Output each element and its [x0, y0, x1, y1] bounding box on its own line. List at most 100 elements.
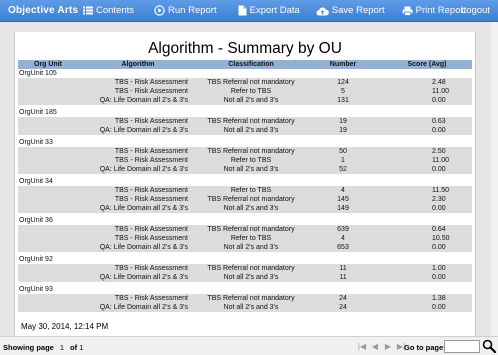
cell-number: 11 — [304, 264, 382, 273]
cell-score: 0.00 — [382, 303, 472, 312]
cell-classification: Not all 2's and 3's — [198, 126, 304, 135]
current-page: 1 — [59, 343, 65, 352]
cell-score: 11.50 — [382, 186, 472, 195]
page-nav-buttons: |◀ ◀ ▶ ▶| — [357, 341, 409, 351]
report-page: Algorithm - Summary by OU Org Unit Algor… — [14, 32, 476, 336]
print-report-button[interactable]: Print Report — [402, 5, 466, 16]
cell-algorithm: QA: Life Domain all 2's & 3's — [78, 273, 198, 282]
cell-classification: Not all 2's and 3's — [198, 204, 304, 213]
cell-algorithm: TBS - Risk Assessment — [78, 264, 198, 273]
cell-number: 11 — [304, 273, 382, 282]
cell-classification: Refer to TBS — [198, 156, 304, 165]
next-page-icon[interactable]: ▶ — [383, 341, 393, 351]
cell-org-unit — [18, 156, 78, 165]
org-unit-row: OrgUnit 93 — [18, 285, 472, 294]
table-row: QA: Life Domain all 2's & 3's Not all 2's… — [18, 165, 472, 174]
table-row: QA: Life Domain all 2's & 3's Not all 2's… — [18, 126, 472, 135]
cell-algorithm: TBS - Risk Assessment — [78, 147, 198, 156]
cell-org-unit — [18, 186, 78, 195]
cell-algorithm: QA: Life Domain all 2's & 3's — [78, 204, 198, 213]
goto-page-input[interactable] — [444, 340, 480, 353]
org-unit-row: OrgUnit 36 — [18, 216, 472, 225]
magnifier-icon[interactable] — [482, 339, 496, 353]
cell-classification: TBS Referral not mandatory — [198, 195, 304, 204]
org-unit-name: OrgUnit 93 — [18, 285, 472, 294]
cell-classification: TBS Referral not mandatory — [198, 78, 304, 87]
cell-score: 10.50 — [382, 234, 472, 243]
cell-org-unit — [18, 87, 78, 96]
cell-algorithm: TBS - Risk Assessment — [78, 78, 198, 87]
contents-button[interactable]: Contents — [83, 5, 134, 16]
table-row: QA: Life Domain all 2's & 3's Not all 2's… — [18, 204, 472, 213]
previous-page-icon[interactable]: ◀ — [370, 341, 380, 351]
contents-label: Contents — [96, 5, 135, 16]
table-row: TBS - Risk Assessment TBS Referral not ma… — [18, 195, 472, 204]
run-report-button[interactable]: Run Report — [154, 5, 217, 16]
cell-score: 2.30 — [382, 195, 472, 204]
table-header-row: Org Unit Algorithm Classification Number… — [18, 60, 472, 69]
cell-score: 0.63 — [382, 117, 472, 126]
cell-number: 5 — [304, 87, 382, 96]
cell-org-unit — [18, 195, 78, 204]
cell-org-unit — [18, 264, 78, 273]
report-title: Algorithm - Summary by OU — [148, 40, 342, 57]
org-unit-name: OrgUnit 34 — [18, 177, 472, 186]
org-unit-name: OrgUnit 36 — [18, 216, 472, 225]
cell-org-unit — [18, 243, 78, 252]
cell-algorithm: TBS - Risk Assessment — [78, 225, 198, 234]
cell-org-unit — [18, 294, 78, 303]
cell-org-unit — [18, 273, 78, 282]
cell-org-unit — [18, 78, 78, 87]
cell-org-unit — [18, 165, 78, 174]
list-icon — [83, 6, 93, 15]
export-data-button[interactable]: Export Data — [238, 5, 300, 16]
cell-algorithm: QA: Life Domain all 2's & 3's — [78, 96, 198, 105]
cell-org-unit — [18, 204, 78, 213]
cell-number: 639 — [304, 225, 382, 234]
cell-number: 149 — [304, 204, 382, 213]
cell-classification: TBS Referral not mandatory — [198, 147, 304, 156]
header-classification: Classification — [198, 60, 304, 69]
cell-number: 24 — [304, 294, 382, 303]
cell-number: 50 — [304, 147, 382, 156]
cell-classification: Not all 2's and 3's — [198, 303, 304, 312]
scrollbar[interactable] — [491, 22, 498, 336]
cell-classification: Refer to TBS — [198, 186, 304, 195]
table-row: TBS - Risk Assessment Refer to TBS 4 11.50 — [18, 186, 472, 195]
cell-algorithm: QA: Life Domain all 2's & 3's — [78, 303, 198, 312]
cell-score: 11.00 — [382, 87, 472, 96]
cell-number: 24 — [304, 303, 382, 312]
org-unit-row: OrgUnit 105 — [18, 69, 472, 78]
cell-algorithm: QA: Life Domain all 2's & 3's — [78, 243, 198, 252]
table-row: TBS - Risk Assessment TBS Referral not ma… — [18, 264, 472, 273]
cell-algorithm: TBS - Risk Assessment — [78, 156, 198, 165]
cell-score: 0.00 — [382, 126, 472, 135]
save-report-button[interactable]: Save Report — [316, 5, 385, 16]
header-org-unit: Org Unit — [18, 60, 78, 69]
cell-score: 0.00 — [382, 204, 472, 213]
cell-org-unit — [18, 225, 78, 234]
org-unit-name: OrgUnit 33 — [18, 138, 472, 147]
cell-classification: Not all 2's and 3's — [198, 96, 304, 105]
cell-classification: TBS Referral not mandatory — [198, 117, 304, 126]
cell-algorithm: TBS - Risk Assessment — [78, 234, 198, 243]
cell-classification: Not all 2's and 3's — [198, 273, 304, 282]
cell-algorithm: TBS - Risk Assessment — [78, 294, 198, 303]
cell-score: 1.38 — [382, 294, 472, 303]
cell-score: 2.48 — [382, 78, 472, 87]
cell-classification: TBS Referral not mandatory — [198, 264, 304, 273]
cell-classification: Refer to TBS — [198, 234, 304, 243]
showing-label: Showing page — [3, 343, 54, 352]
org-unit-row: OrgUnit 33 — [18, 138, 472, 147]
cell-org-unit — [18, 117, 78, 126]
cell-org-unit — [18, 234, 78, 243]
cell-score: 0.64 — [382, 225, 472, 234]
cell-algorithm: QA: Life Domain all 2's & 3's — [78, 165, 198, 174]
logout-link[interactable]: Logout — [461, 5, 490, 16]
table-row: TBS - Risk Assessment TBS Referral not ma… — [18, 78, 472, 87]
cell-algorithm: TBS - Risk Assessment — [78, 195, 198, 204]
cell-classification: Not all 2's and 3's — [198, 165, 304, 174]
cell-number: 145 — [304, 195, 382, 204]
first-page-icon[interactable]: |◀ — [357, 341, 367, 351]
pager-footer: Showing page 1 of 1 |◀ ◀ ▶ ▶| Go to page… — [0, 336, 498, 355]
